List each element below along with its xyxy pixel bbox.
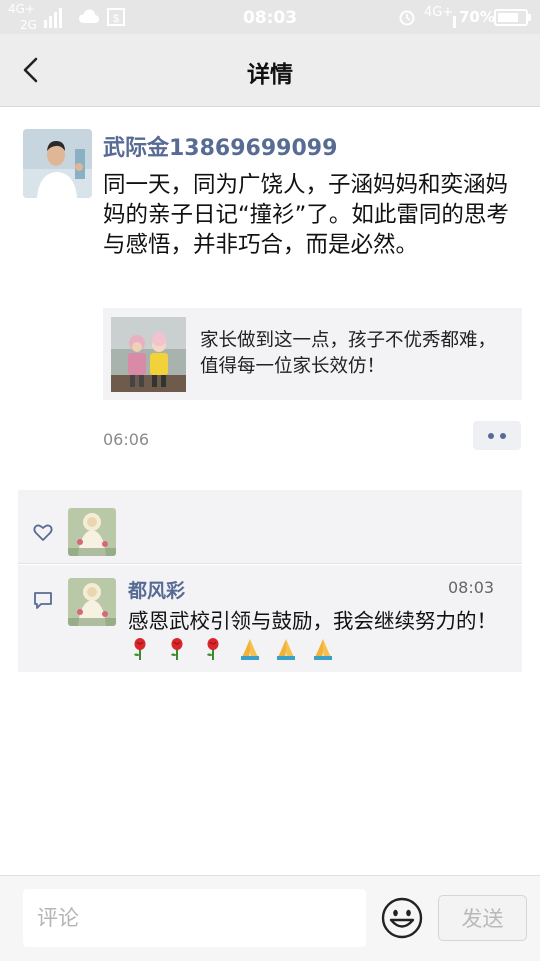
smiley-icon[interactable]	[381, 897, 423, 939]
shared-link-card[interactable]: 家长做到这一点，孩子不优秀都难，值得每一位家长效仿！	[103, 308, 522, 400]
rose-emoji	[134, 638, 146, 660]
battery-icon	[494, 9, 531, 26]
buddha-image	[68, 508, 116, 556]
alarm-icon	[399, 10, 415, 26]
post-text: 同一天，同为广饶人，子涵妈妈和奕涵妈妈的亲子日记“撞衫”了。如此雷同的思考与感悟…	[103, 172, 509, 258]
comment-bar: 发送	[0, 875, 540, 961]
kids-photo	[111, 317, 186, 392]
comment-time: 08:03	[448, 578, 495, 597]
network-type-right: 4G+	[424, 5, 454, 20]
rose-emoji	[170, 638, 183, 660]
pray-emoji	[240, 639, 259, 660]
comment-text-body: 感恩武校引领与鼓励，我会继续努力的！	[128, 609, 497, 633]
shared-link-title: 家长做到这一点，孩子不优秀都难，值得每一位家长效仿！	[200, 330, 497, 377]
commenter-avatar[interactable]	[68, 578, 116, 626]
comment-emojis	[128, 638, 341, 662]
battery-percent: 70%	[459, 8, 495, 26]
pray-emoji	[277, 639, 296, 660]
nav-bar: 详情	[0, 34, 540, 107]
rose-emoji	[207, 638, 219, 660]
status-bar: 4G+ 2G $ 08:03 4G+ 70%	[0, 0, 540, 34]
heart-icon	[33, 524, 53, 541]
commenter-name[interactable]: 都风彩	[128, 576, 185, 603]
send-button[interactable]: 发送	[438, 895, 527, 941]
comments-section: 都风彩 08:03 感恩武校引领与鼓励，我会继续努力的！	[18, 565, 522, 672]
buddha-image	[68, 578, 116, 626]
author-name[interactable]: 武际金13869699099	[103, 130, 337, 162]
page-title: 详情	[247, 62, 293, 88]
post-time: 06:06	[103, 430, 150, 449]
comment-icon	[34, 592, 52, 609]
likes-section	[18, 490, 522, 563]
comment-input[interactable]	[23, 889, 366, 947]
pray-emoji	[313, 639, 332, 660]
comment-text: 感恩武校引领与鼓励，我会继续努力的！	[128, 607, 508, 665]
divider	[18, 563, 522, 564]
signal-mini-icon	[453, 16, 456, 28]
shared-link-thumbnail	[111, 317, 186, 392]
liker-avatar[interactable]	[68, 508, 116, 556]
dot	[500, 433, 506, 439]
author-photo	[23, 129, 92, 198]
more-dots-icon[interactable]	[473, 421, 521, 450]
dot	[488, 433, 494, 439]
author-avatar[interactable]	[23, 129, 92, 198]
